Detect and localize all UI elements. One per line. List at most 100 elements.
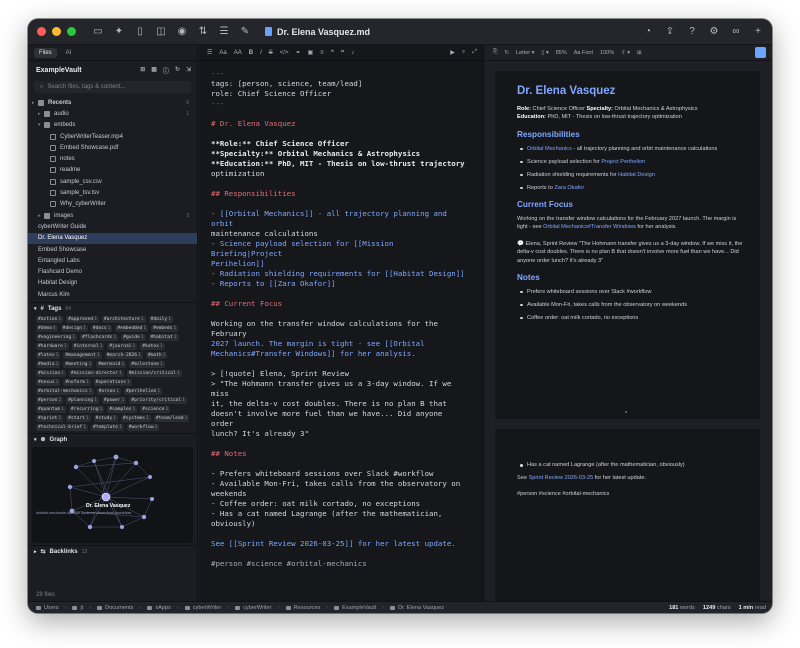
palette-icon[interactable]: ◔	[642, 26, 654, 38]
search-icon[interactable]: ⌕	[462, 49, 465, 56]
tag-chip[interactable]: #planning1	[66, 397, 99, 405]
tag-chip[interactable]: #recurring1	[68, 406, 105, 414]
share-icon[interactable]: ⇪ ▾	[621, 50, 630, 56]
responsibility-link[interactable]: Orbital Mechanics	[527, 146, 572, 152]
tag-chip[interactable]: #docs1	[90, 325, 113, 333]
share-icon[interactable]: ⇪	[664, 26, 676, 38]
new-file-icon[interactable]: ▯	[134, 26, 146, 38]
tag-chip[interactable]: #design1	[60, 325, 88, 333]
tag-chip[interactable]: #priority/critical1	[129, 397, 187, 405]
page-icon[interactable]: ▯ ▾	[541, 50, 548, 56]
tag-chip[interactable]: #flashcards1	[79, 334, 119, 342]
tag-chip[interactable]: #march-20261	[104, 352, 143, 360]
scale-value[interactable]: 100%	[600, 50, 614, 56]
breadcrumb-item[interactable]: Documents	[105, 605, 133, 611]
breadcrumb-item[interactable]: Dr. Elena Vasquez	[398, 605, 444, 611]
tag-chip[interactable]: #meeting1	[63, 361, 94, 369]
bullet-list-icon[interactable]: ≡	[320, 50, 324, 56]
tag-chip[interactable]: #media1	[36, 361, 61, 369]
tag-chip[interactable]: #power1	[101, 397, 127, 405]
tree-item[interactable]: Embed Showcase.pdf	[28, 142, 197, 153]
tag-chip[interactable]: #workflow1	[126, 424, 160, 432]
tag-chip[interactable]: #samples1	[107, 406, 138, 414]
tree-item[interactable]: ▸ audio 1	[28, 108, 197, 119]
tag-chip[interactable]: #technical-brief1	[36, 424, 89, 432]
eye-icon[interactable]: ◉	[176, 26, 188, 38]
tree-item[interactable]: Dr. Elena Vasquez	[28, 232, 197, 244]
tree-item[interactable]: cyberWriter Guide	[28, 221, 197, 232]
breadcrumb-item[interactable]: ExampleVault	[342, 605, 376, 611]
expand-icon[interactable]: ⤢	[472, 49, 477, 56]
tag-chip[interactable]: #template1	[91, 424, 124, 432]
responsibility-link[interactable]: Project Perihelion	[601, 159, 645, 165]
breadcrumb-item[interactable]: cyberWriter	[193, 605, 222, 611]
graph-section-header[interactable]: ▾ ⊛ Graph	[28, 433, 197, 445]
tag-chip[interactable]: #mermaid1	[96, 361, 127, 369]
preview-mode-button[interactable]	[755, 47, 766, 58]
tree-item[interactable]: sample_csv.csv	[28, 176, 197, 187]
tree-item[interactable]: CyberWriterTeaser.mp4	[28, 131, 197, 142]
tag-chip[interactable]: #guide1	[121, 334, 146, 342]
editor-text[interactable]: --- tags: [person, science, team/lead] rol…	[199, 61, 483, 569]
tree-item[interactable]: Habitat Design	[28, 278, 197, 289]
tag-chip[interactable]: #systems1	[120, 415, 151, 423]
tag-chip[interactable]: #management1	[63, 352, 102, 360]
tag-chip[interactable]: #orson1	[96, 388, 121, 396]
graph-view[interactable]: Dr. Elena Vasquez #orbital-mechanics #pe…	[32, 447, 193, 544]
tag-chip[interactable]: #nexus1	[36, 379, 61, 387]
bold-button[interactable]: B	[249, 50, 253, 56]
tag-chip[interactable]: #daily1	[148, 316, 173, 324]
tag-chip[interactable]: #orbital-mechanics1	[36, 388, 94, 396]
graph-canvas[interactable]	[32, 447, 193, 543]
tag-chip[interactable]: #habitat1	[148, 334, 179, 342]
sidebar-search[interactable]: ⌕ Search files, tags & content...	[34, 81, 191, 93]
outline-icon[interactable]: ☰	[218, 26, 230, 38]
tag-chip[interactable]: #operations1	[93, 379, 132, 387]
list-format-icon[interactable]: ☰	[207, 49, 212, 56]
tree-item[interactable]: ▸ Recents 6	[28, 97, 197, 108]
tag-chip[interactable]: #mission-director1	[68, 370, 124, 378]
paper-size-select[interactable]: Letter ▾	[516, 50, 534, 56]
tag-chip[interactable]: #journal1	[107, 343, 138, 351]
breadcrumb-item[interactable]: xApps	[155, 605, 171, 611]
close-window-button[interactable]	[37, 27, 46, 36]
sort-icon[interactable]: ⇅	[197, 26, 209, 38]
strikethrough-button[interactable]: S	[269, 50, 273, 56]
breadcrumb-item[interactable]: Resources	[294, 605, 321, 611]
tree-item[interactable]: readme	[28, 165, 197, 176]
tab-ai[interactable]: AI	[61, 48, 77, 58]
tag-chip[interactable]: #team/lead1	[153, 415, 190, 423]
refresh-icon[interactable]: ↻	[504, 50, 509, 56]
backlinks-section-header[interactable]: ▸ ⇆ Backlinks 13	[28, 545, 197, 557]
breadcrumb-item[interactable]: jt	[80, 605, 83, 611]
play-icon[interactable]: ▶	[450, 49, 455, 56]
tags-section-header[interactable]: ▾ # Tags 84	[28, 302, 197, 314]
tag-chip[interactable]: #sprint1	[36, 415, 64, 423]
breadcrumb-item[interactable]: Users	[44, 605, 59, 611]
tag-chip[interactable]: #demo4	[36, 325, 58, 333]
code-button[interactable]: </>	[280, 50, 289, 56]
folder-icon[interactable]: ▭	[92, 26, 104, 38]
refresh-icon[interactable]: ↻	[175, 66, 180, 75]
tag-chip[interactable]: #action1	[36, 316, 64, 324]
tag-chip[interactable]: #architecture1	[101, 316, 146, 324]
zoom-window-button[interactable]	[67, 27, 76, 36]
vault-name[interactable]: ExampleVault	[36, 67, 82, 74]
pen-icon[interactable]: ✎	[239, 26, 251, 38]
tree-item[interactable]: ▾ embeds	[28, 120, 197, 131]
font-button[interactable]: Aa Font	[574, 50, 593, 56]
tree-item[interactable]: ▸ images 3	[28, 210, 197, 221]
tree-item[interactable]: Embed Showcase	[28, 244, 197, 255]
wand-icon[interactable]: ✦	[113, 26, 125, 38]
tag-chip[interactable]: #approved1	[66, 316, 99, 324]
minimize-window-button[interactable]	[52, 27, 61, 36]
tag-chip[interactable]: #mission1	[36, 370, 66, 378]
tree-item[interactable]: notes	[28, 153, 197, 164]
help-icon[interactable]: ?	[686, 26, 698, 38]
tag-chip[interactable]: #internal1	[71, 343, 105, 351]
tree-item[interactable]: Flashcard Demo	[28, 266, 197, 277]
tree-item[interactable]: Entangled Labs	[28, 255, 197, 266]
microphone-icon[interactable]: ♪	[351, 50, 354, 56]
quote-icon[interactable]: ❝	[331, 49, 334, 56]
link-icon[interactable]: ⚭	[295, 49, 300, 56]
